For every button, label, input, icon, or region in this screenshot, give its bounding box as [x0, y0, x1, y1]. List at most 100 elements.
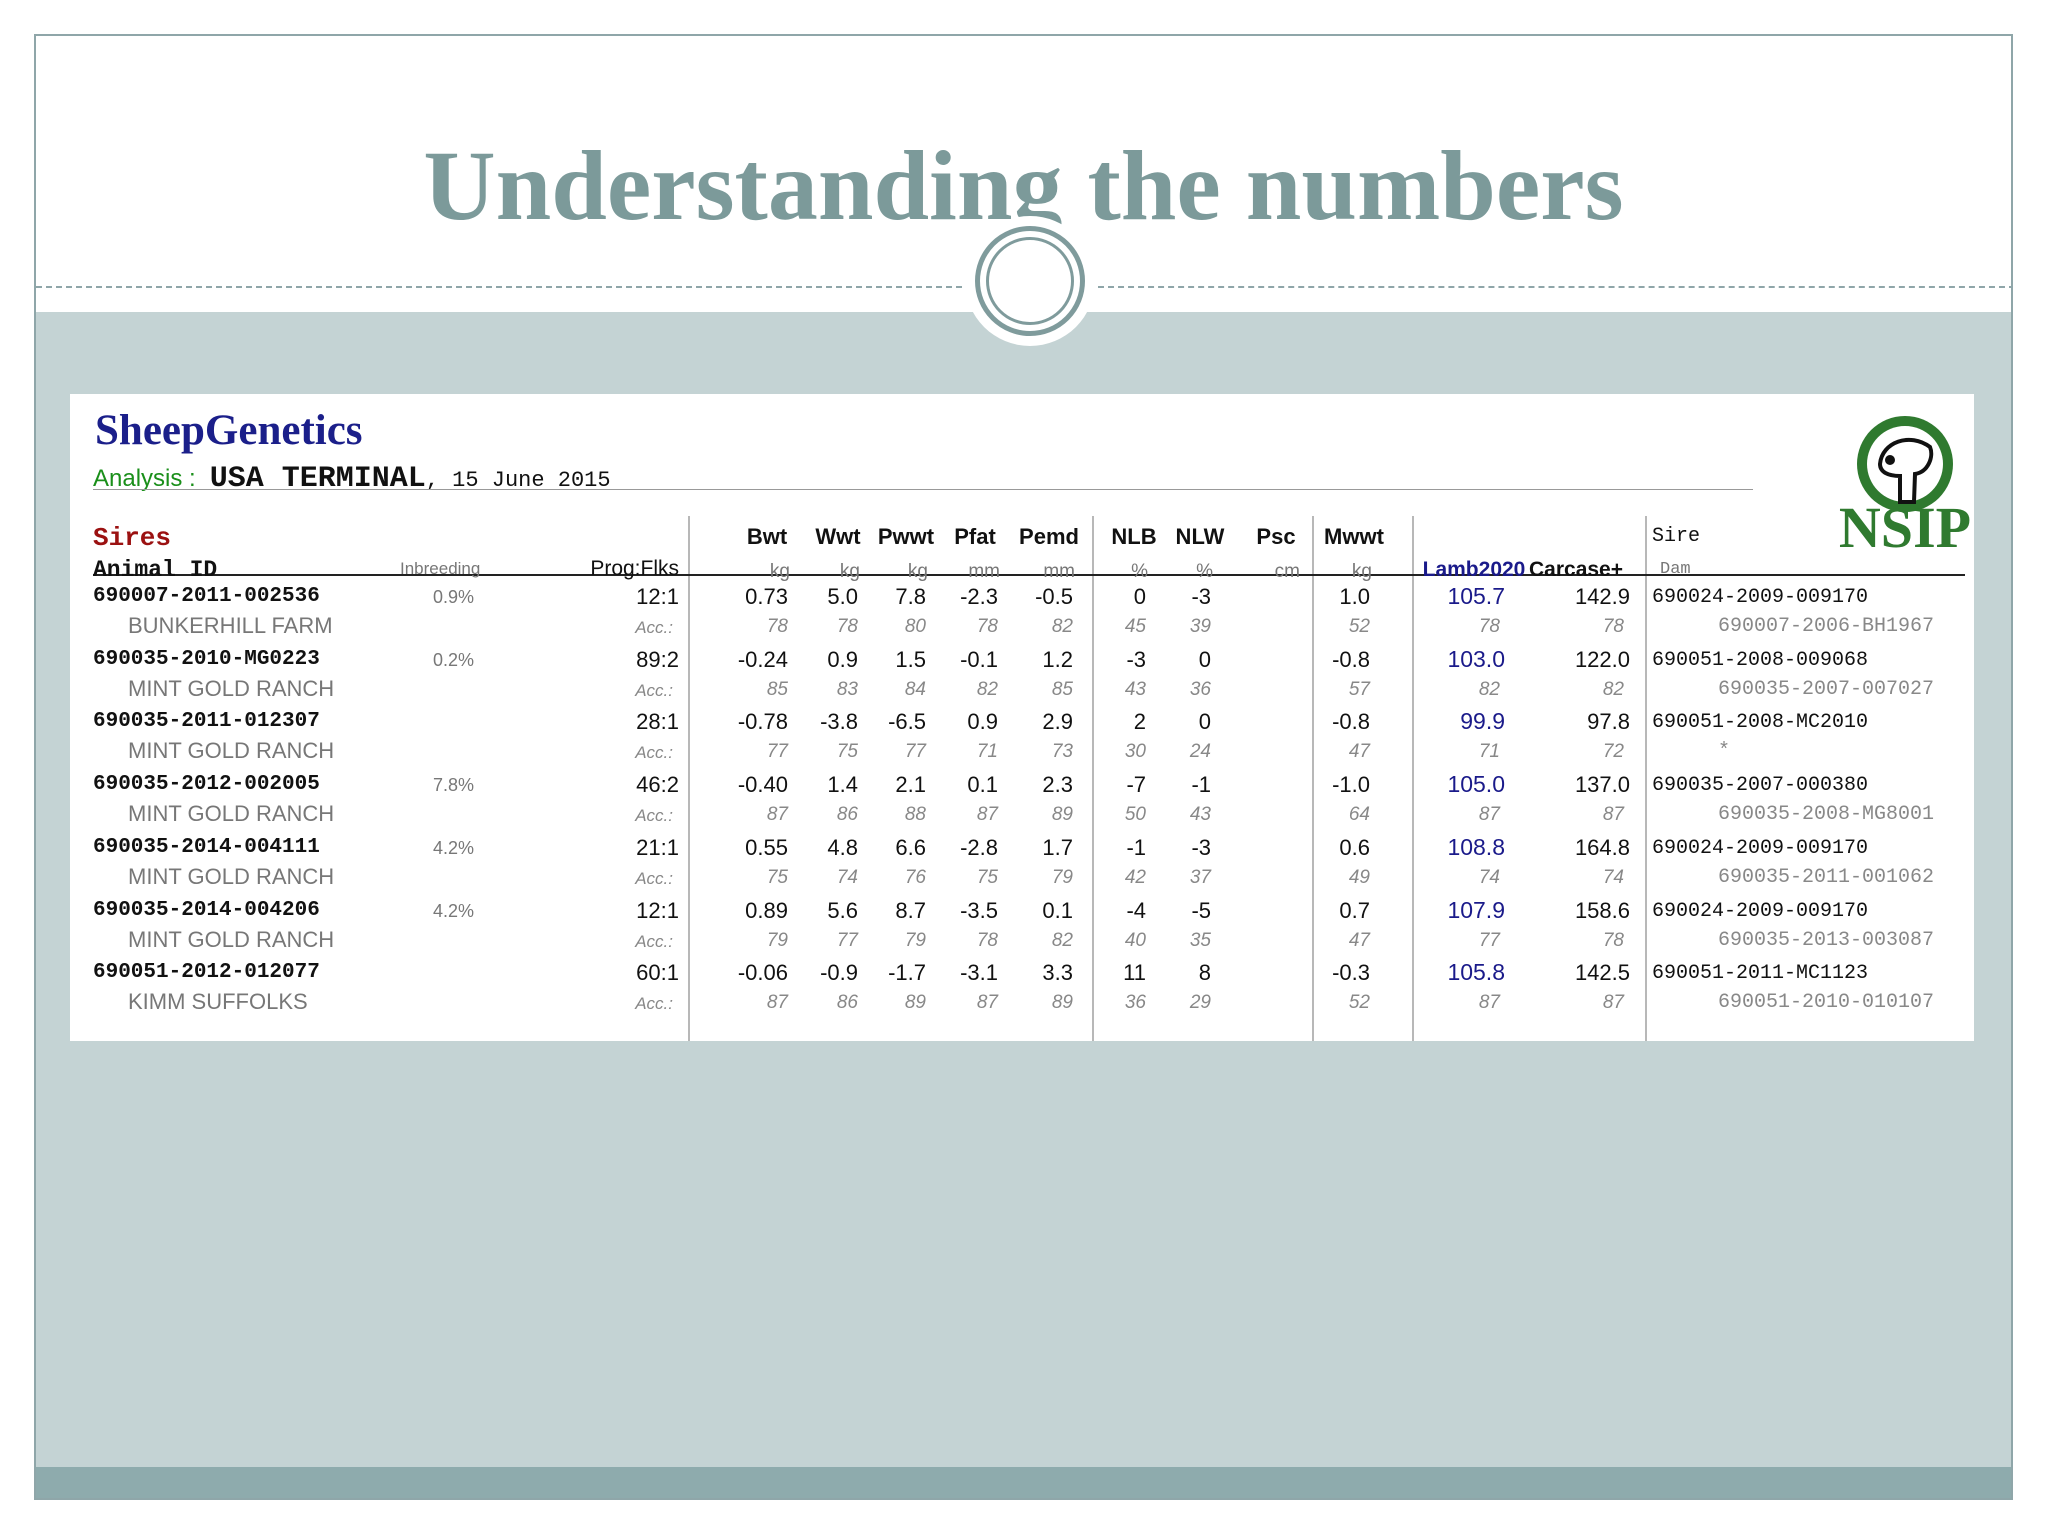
accuracy-value-bwt: 87	[766, 804, 788, 826]
accuracy-label: Acc.:	[635, 868, 673, 888]
accuracy-value-mwwt: 64	[1348, 804, 1370, 826]
animal-id: 690035-2011-012307	[93, 710, 320, 734]
ebv-value-pwwt: 8.7	[895, 897, 926, 923]
accuracy-value-bwt: 78	[766, 616, 788, 637]
ebv-value-wwt: -3.8	[820, 709, 858, 735]
ebv-value-nlw: 8	[1198, 960, 1211, 986]
ebv-value-nlw: -3	[1191, 834, 1211, 860]
carcase-accuracy: 87	[1602, 804, 1624, 826]
ebv-value-nlw: -5	[1191, 897, 1211, 923]
accuracy-value-mwwt: 52	[1348, 992, 1370, 1014]
trait-unit-pwwt: kg	[907, 561, 928, 582]
dam-id: 690035-2007-007027	[1718, 677, 1935, 701]
trait-header-nlb: NLB	[1111, 524, 1157, 549]
ebv-value-pfat: -3.5	[960, 897, 998, 923]
accuracy-value-bwt: 85	[766, 678, 788, 700]
prog-flocks: 21:1	[636, 834, 679, 860]
ebv-value-mwwt: -0.8	[1332, 646, 1370, 672]
farm-name: MINT GOLD RANCH	[128, 863, 335, 889]
trait-header-wwt: Wwt	[815, 524, 861, 549]
col-header-sire: Sire	[1652, 525, 1701, 548]
carcase-index: 164.8	[1574, 834, 1630, 860]
animal-id: 690035-2012-002005	[93, 773, 320, 797]
accuracy-value-nlb: 30	[1124, 741, 1146, 763]
col-header-lamb2020: Lamb2020	[1422, 558, 1526, 581]
accuracy-value-wwt: 83	[836, 678, 858, 700]
accuracy-value-pwwt: 84	[904, 678, 926, 700]
ebv-value-mwwt: -0.8	[1332, 709, 1370, 735]
ebv-value-wwt: 1.4	[827, 772, 858, 798]
ebv-value-nlb: -3	[1126, 646, 1146, 672]
accuracy-value-wwt: 75	[836, 741, 858, 763]
accuracy-value-pemd: 82	[1051, 616, 1073, 637]
trait-unit-pemd: mm	[1043, 561, 1075, 582]
section-label: Sires	[93, 523, 172, 553]
dam-id: 690051-2010-010107	[1718, 991, 1935, 1015]
ebv-value-nlb: 0	[1133, 584, 1146, 609]
inbreeding-value: 4.2%	[433, 900, 475, 921]
prog-flocks: 28:1	[636, 709, 679, 735]
accuracy-value-nlw: 39	[1189, 616, 1211, 637]
accuracy-value-nlw: 43	[1189, 804, 1211, 826]
accuracy-value-nlb: 43	[1124, 678, 1146, 700]
farm-name: MINT GOLD RANCH	[128, 801, 335, 827]
accuracy-value-wwt: 77	[836, 929, 858, 951]
animal-id: 690035-2010-MG0223	[93, 647, 320, 671]
ebv-value-mwwt: -0.3	[1332, 960, 1370, 986]
carcase-accuracy: 72	[1602, 741, 1624, 763]
ebv-value-nlb: -7	[1126, 772, 1146, 798]
accuracy-value-pfat: 87	[976, 804, 998, 826]
accuracy-value-pemd: 89	[1051, 992, 1073, 1014]
prog-flocks: 60:1	[636, 960, 679, 986]
accuracy-value-pwwt: 80	[904, 616, 926, 637]
trait-unit-wwt: kg	[839, 561, 860, 582]
lamb2020-index: 107.9	[1447, 896, 1505, 923]
accuracy-value-pemd: 79	[1051, 866, 1073, 888]
ebv-value-wwt: 0.9	[827, 646, 858, 672]
animal-id: 690007-2011-002536	[93, 585, 320, 608]
lamb2020-index: 99.9	[1460, 708, 1505, 735]
logo-text: NSIP	[1839, 495, 1971, 552]
ebv-value-pemd: 1.7	[1042, 834, 1073, 860]
lamb2020-index: 108.8	[1447, 833, 1505, 860]
col-header-animal-id: Animal ID	[93, 557, 218, 583]
inbreeding-value: 0.2%	[433, 649, 475, 670]
ebv-value-mwwt: -1.0	[1332, 772, 1370, 798]
ebv-value-bwt: 0.73	[745, 584, 788, 609]
accuracy-value-pemd: 82	[1051, 929, 1073, 951]
trait-unit-nlw: %	[1196, 561, 1213, 582]
analysis-label: Analysis :	[93, 465, 196, 492]
accuracy-value-mwwt: 57	[1348, 678, 1370, 700]
trait-unit-psc: cm	[1274, 561, 1300, 582]
dam-id: 690035-2008-MG8001	[1718, 803, 1935, 827]
trait-header-mwwt: Mwwt	[1324, 524, 1384, 549]
dam-id: 690035-2013-003087	[1718, 928, 1935, 952]
ebv-value-bwt: -0.78	[737, 709, 788, 735]
accuracy-value-pemd: 73	[1051, 741, 1073, 763]
trait-unit-pfat: mm	[968, 561, 1000, 582]
ebv-value-pfat: -0.1	[960, 646, 998, 672]
carcase-index: 142.9	[1574, 584, 1630, 609]
accuracy-value-pwwt: 88	[904, 804, 926, 826]
title-divider-left	[36, 286, 962, 288]
ebv-value-pfat: -3.1	[960, 960, 998, 986]
analysis-line: Analysis : USA TERMINAL, 15 June 2015	[93, 462, 611, 496]
ebv-value-pemd: 2.3	[1042, 772, 1073, 798]
ebv-value-pwwt: 1.5	[895, 646, 926, 672]
accuracy-value-pfat: 87	[976, 992, 998, 1014]
ebv-value-nlb: -1	[1126, 834, 1146, 860]
farm-name: BUNKERHILL FARM	[128, 613, 333, 638]
carcase-accuracy: 82	[1602, 678, 1624, 700]
accuracy-label: Acc.:	[635, 618, 673, 637]
ebv-value-pwwt: -1.7	[888, 960, 926, 986]
ebv-value-nlw: -3	[1191, 584, 1211, 609]
ebv-value-pemd: 3.3	[1042, 960, 1073, 986]
col-header-prog: Prog:Flks	[590, 557, 679, 580]
trait-header-psc: Psc	[1256, 524, 1296, 549]
ebv-value-pwwt: -6.5	[888, 709, 926, 735]
col-header-inbreeding: Inbreeding	[400, 559, 481, 578]
brand-name: SheepGenetics	[95, 407, 363, 454]
accuracy-value-pwwt: 76	[904, 866, 926, 888]
accuracy-value-nlw: 36	[1189, 678, 1211, 700]
accuracy-value-mwwt: 47	[1348, 741, 1370, 763]
